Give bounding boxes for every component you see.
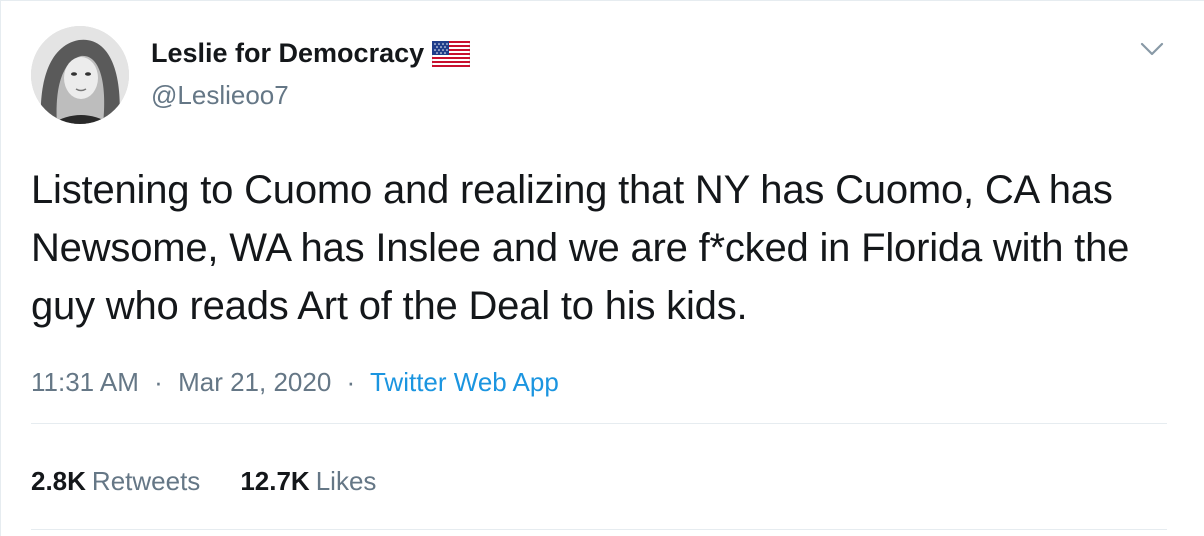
tweet-source-link[interactable]: Twitter Web App xyxy=(370,367,559,397)
display-name[interactable]: Leslie for Democracy xyxy=(151,38,471,69)
retweets-count: 2.8K xyxy=(31,466,86,496)
divider xyxy=(31,423,1167,424)
chevron-down-icon[interactable] xyxy=(1137,37,1167,61)
tweet-time[interactable]: 11:31 AM xyxy=(31,367,139,397)
us-flag-icon xyxy=(431,40,471,67)
meta-separator: · xyxy=(154,367,163,397)
user-handle[interactable]: @Leslieoo7 xyxy=(151,80,289,111)
divider xyxy=(31,529,1167,530)
retweets-label: Retweets xyxy=(91,466,201,496)
retweets-stat[interactable]: 2.8K Retweets xyxy=(31,466,200,497)
tweet-meta: 11:31 AM · Mar 21, 2020 · Twitter Web Ap… xyxy=(31,367,559,398)
likes-stat[interactable]: 12.7K Likes xyxy=(240,466,376,497)
tweet-stats: 2.8K Retweets 12.7K Likes xyxy=(31,466,416,497)
tweet-text: Listening to Cuomo and realizing that NY… xyxy=(31,168,1130,328)
tweet-date[interactable]: Mar 21, 2020 xyxy=(178,367,331,397)
meta-separator: · xyxy=(346,367,356,397)
avatar-photo xyxy=(31,26,129,124)
display-name-text[interactable]: Leslie for Democracy xyxy=(151,38,424,69)
likes-label: Likes xyxy=(315,466,377,496)
avatar[interactable] xyxy=(31,26,129,124)
tweet-card: Leslie for Democracy @Leslieoo7 Listenin… xyxy=(0,0,1204,536)
likes-count: 12.7K xyxy=(240,466,310,496)
